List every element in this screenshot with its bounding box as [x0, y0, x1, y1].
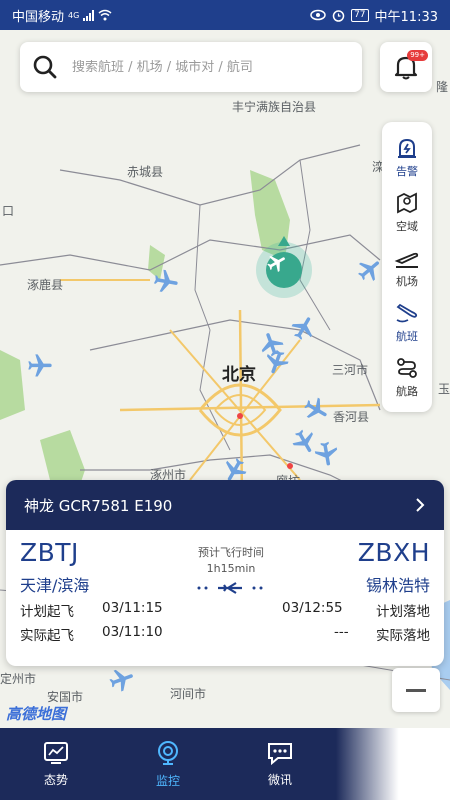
wifi-icon [98, 9, 112, 21]
map-label-beijing: 北京 [222, 365, 256, 385]
flight-info-card[interactable]: 神龙 GCR7581 E190 ZBTJ ZBXH 天津/滨海 锡林浩特 预计飞… [6, 480, 444, 666]
tool-flight[interactable]: 航班 [382, 295, 432, 350]
nav-label: 微讯 [267, 772, 292, 787]
aircraft-marker[interactable] [312, 440, 340, 468]
nav-label: 态势 [43, 772, 68, 787]
map-label-hejian: 河间市 [170, 687, 207, 701]
nav-label: 监控 [155, 773, 180, 788]
zoom-out-button[interactable] [392, 668, 440, 712]
flight-icon [396, 303, 418, 323]
network-label: 4G [68, 10, 80, 20]
actual-departure-label: 实际起飞 [20, 628, 74, 644]
selected-flight-marker[interactable] [256, 236, 312, 298]
aircraft-marker[interactable] [26, 352, 54, 380]
map-tools-panel: 告警 空域 机场 航班 航路 [382, 122, 432, 412]
planned-departure-label: 计划起飞 [20, 604, 74, 620]
alert-icon [398, 138, 416, 158]
map-label-sanhe: 三河市 [332, 363, 369, 377]
aircraft-marker[interactable] [302, 396, 330, 424]
actual-arrival-time: --- [334, 624, 349, 640]
notification-badge: 99+ [407, 50, 428, 61]
tool-label: 机场 [396, 275, 418, 288]
signal-icon [83, 9, 95, 21]
map-label-zhuolu: 涿鹿县 [27, 278, 64, 292]
search-icon [33, 55, 57, 79]
airport-icon [394, 252, 419, 268]
flight-card-header[interactable]: 神龙 GCR7581 E190 [6, 480, 444, 530]
route-icon [397, 358, 417, 378]
battery-indicator: 77 [351, 8, 369, 22]
planned-departure-time: 03/11:15 [102, 600, 163, 616]
map-label-chicheng: 赤城县 [127, 165, 164, 179]
tool-airspace[interactable]: 空域 [382, 185, 432, 240]
situation-icon [44, 741, 68, 764]
search-input[interactable] [72, 59, 350, 75]
tool-airport[interactable]: 机场 [382, 240, 432, 295]
nav-message[interactable]: 微讯 [224, 728, 336, 800]
nav-monitor[interactable]: 监控 [112, 728, 224, 800]
actual-departure-time: 03/11:10 [102, 624, 163, 640]
route-plane-icon [197, 582, 263, 594]
alarm-icon [332, 9, 345, 22]
duration-value: 1h15min [206, 562, 256, 575]
tool-label: 告警 [396, 165, 418, 178]
map-provider-logo: 高德地图 [6, 705, 67, 723]
chevron-right-icon[interactable] [414, 497, 426, 513]
flight-card-body: ZBTJ ZBXH 天津/滨海 锡林浩特 预计飞行时间 1h15min 计划起飞… [6, 530, 444, 666]
aircraft-marker[interactable] [356, 256, 384, 284]
status-bar: 中国移动 4G 77 中午11:33 [0, 0, 450, 30]
airspace-icon [397, 192, 417, 214]
clock: 中午11:33 [374, 9, 438, 25]
carrier-label: 中国移动 [12, 9, 65, 25]
map-label-kou: 口 [2, 204, 15, 218]
map-label-xianghe: 香河县 [333, 410, 370, 424]
map-label-fengning: 丰宁满族自治县 [232, 100, 317, 114]
message-icon [268, 742, 292, 765]
destination-code: ZBXH [357, 538, 430, 567]
minus-icon [406, 688, 426, 692]
planned-arrival-time: 03/12:55 [282, 600, 343, 616]
map-label-long: 隆 [436, 80, 449, 94]
map-label-yu: 玉 [438, 382, 450, 396]
notifications-button[interactable]: 99+ [380, 42, 432, 92]
nav-situation[interactable]: 态势 [0, 728, 112, 800]
tool-alert[interactable]: 告警 [382, 130, 432, 185]
aircraft-marker[interactable] [262, 348, 290, 376]
origin-city: 天津/滨海 [20, 576, 90, 595]
origin-code: ZBTJ [20, 538, 79, 567]
eye-icon [310, 9, 326, 21]
planned-arrival-label: 计划落地 [376, 604, 430, 620]
search-bar[interactable] [20, 42, 362, 92]
monitor-icon [158, 740, 178, 765]
tool-label: 航路 [396, 385, 418, 398]
bottom-navigation: 态势 监控 微讯 [0, 728, 450, 800]
tool-route[interactable]: 航路 [382, 350, 432, 405]
destination-city: 锡林浩特 [365, 576, 430, 595]
flight-title: 神龙 GCR7581 E190 [24, 496, 173, 515]
actual-arrival-label: 实际落地 [376, 628, 430, 644]
aircraft-marker[interactable] [108, 666, 136, 694]
tool-label: 空域 [396, 220, 418, 233]
aircraft-marker[interactable] [290, 314, 318, 342]
aircraft-marker[interactable] [152, 268, 180, 296]
plane-icon [267, 255, 285, 272]
tool-label: 航班 [396, 330, 418, 343]
map-label-dingzhou: 定州市 [0, 672, 37, 686]
duration-label: 预计飞行时间 [198, 546, 264, 559]
nav-overlay [336, 728, 450, 800]
